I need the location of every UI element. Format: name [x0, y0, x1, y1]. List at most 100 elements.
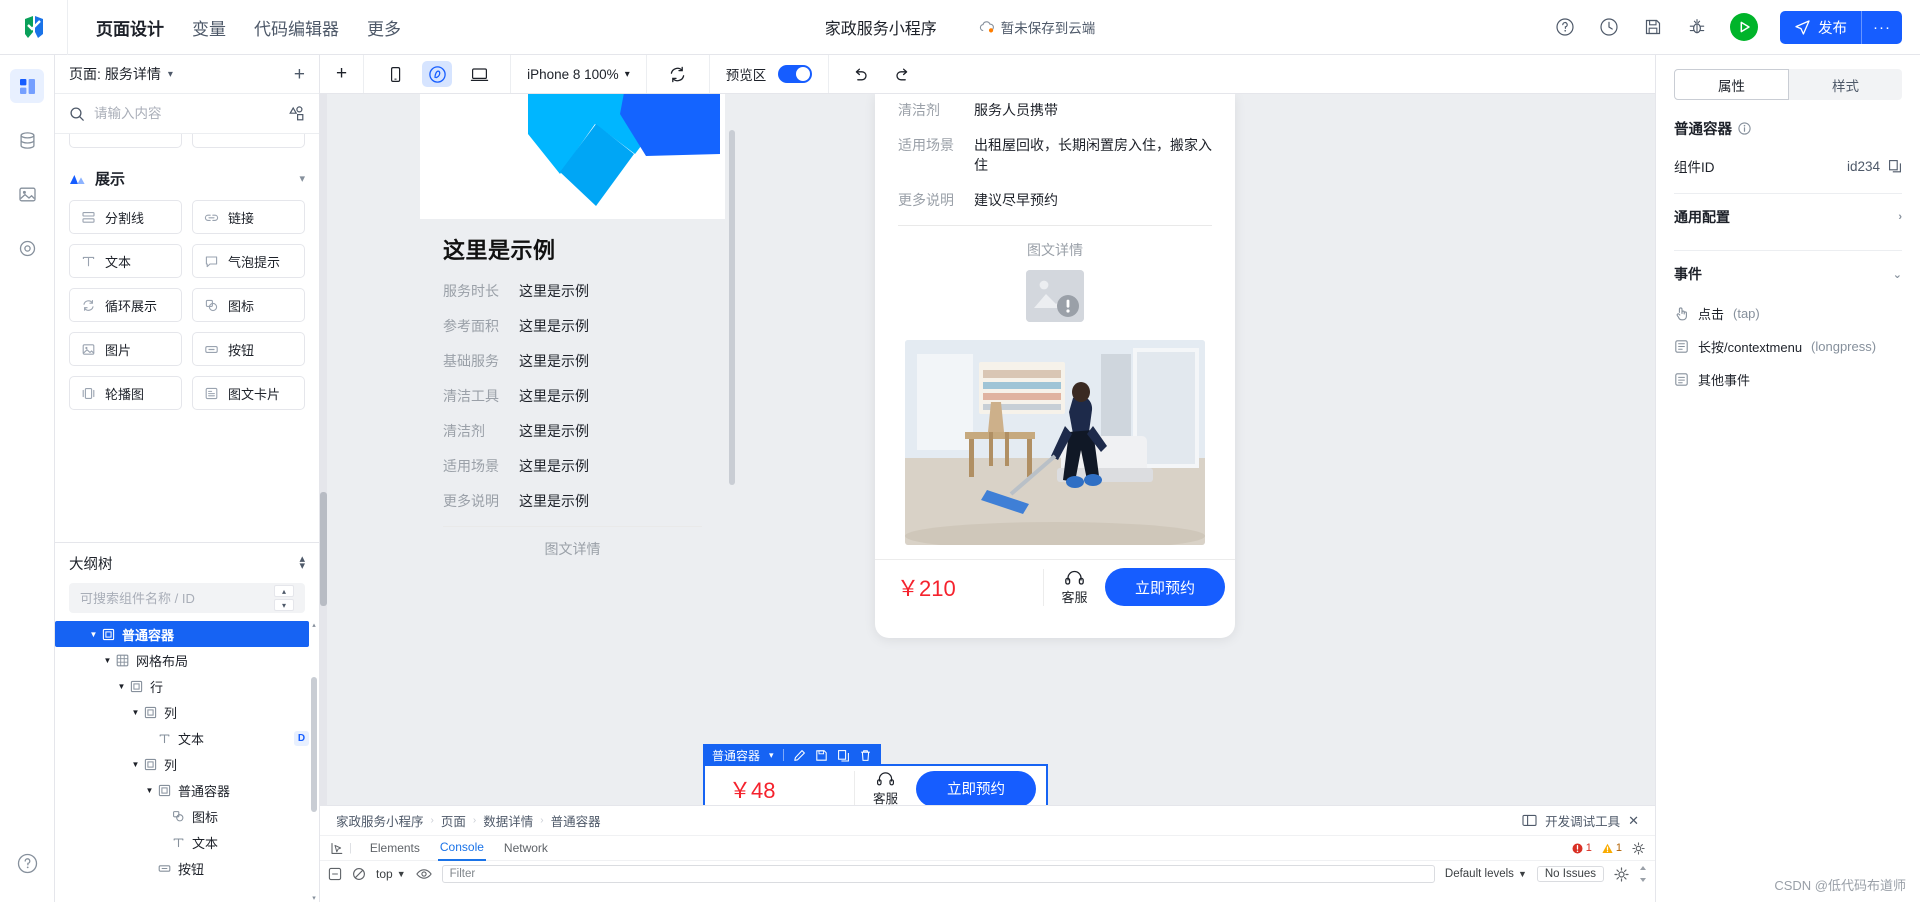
inspect-icon[interactable] — [330, 842, 343, 855]
component-loop[interactable]: 循环展示 — [69, 288, 182, 322]
search-input[interactable] — [94, 106, 279, 121]
info-icon[interactable] — [1738, 122, 1751, 135]
component-link[interactable]: 链接 — [192, 200, 305, 234]
events-section[interactable]: 事件 ⌄ — [1656, 251, 1920, 297]
error-badge[interactable]: 1 — [1572, 842, 1592, 854]
customer-service-left[interactable]: 客服 — [854, 770, 916, 805]
customer-service-right[interactable]: 客服 — [1043, 568, 1105, 606]
breadcrumb-item-0[interactable]: 家政服务小程序 — [336, 811, 424, 830]
chevron-down-icon[interactable]: ▼ — [101, 656, 114, 665]
event-tap[interactable]: 点击 (tap) — [1656, 297, 1920, 330]
preview-scrollbar-left[interactable] — [729, 94, 735, 805]
component-carousel[interactable]: 轮播图 — [69, 376, 182, 410]
tab-network[interactable]: Network — [502, 841, 550, 855]
preview-toggle[interactable] — [778, 65, 813, 83]
rail-item-assets[interactable] — [10, 177, 44, 211]
component-divider[interactable]: 分割线 — [69, 200, 182, 234]
component-button[interactable]: 按钮 — [192, 332, 305, 366]
warning-badge[interactable]: 1 — [1602, 842, 1622, 854]
tab-styles[interactable]: 样式 — [1789, 69, 1902, 100]
chevron-down-icon[interactable]: ▼ — [143, 786, 156, 795]
outline-sort-icon[interactable]: ▴ ▾ — [299, 553, 305, 571]
outline-node[interactable]: ▼ 普通容器 — [55, 777, 319, 803]
device-size-select[interactable]: iPhone 8 100% ▾ — [527, 67, 630, 82]
help-icon[interactable] — [1554, 16, 1576, 38]
console-levels-select[interactable]: Default levels ▼ — [1445, 868, 1527, 880]
breadcrumb-item-1[interactable]: 页面 — [441, 811, 466, 830]
bug-icon[interactable] — [1686, 16, 1708, 38]
selected-component-box[interactable]: 普通容器 ▾ ￥48 客服 立即预约 — [703, 744, 1048, 805]
component-library-icon[interactable] — [288, 105, 305, 122]
history-icon[interactable] — [1598, 16, 1620, 38]
menu-item-variables[interactable]: 变量 — [192, 15, 226, 40]
menu-item-page-design[interactable]: 页面设计 — [96, 15, 164, 40]
outline-step-up[interactable]: ▴ — [274, 585, 294, 597]
miniprogram-icon[interactable] — [422, 61, 453, 87]
delete-icon[interactable] — [859, 749, 872, 762]
chevron-down-icon[interactable]: ▼ — [87, 630, 100, 639]
console-scrollbar[interactable] — [1639, 864, 1647, 884]
console-settings-icon[interactable] — [1614, 866, 1629, 882]
redo-icon[interactable] — [887, 61, 917, 87]
menu-item-more[interactable]: 更多 — [367, 15, 401, 40]
outline-node[interactable]: 文本 — [55, 829, 319, 855]
add-page-button[interactable]: + — [294, 65, 305, 84]
publish-more-button[interactable]: ··· — [1861, 10, 1902, 44]
outline-node[interactable]: ▼ 列 — [55, 699, 319, 725]
outline-search-input[interactable] — [80, 590, 266, 606]
copy-icon[interactable] — [837, 749, 850, 762]
refresh-icon[interactable] — [663, 61, 693, 87]
breadcrumb-item-3[interactable]: 普通容器 — [551, 811, 601, 830]
mobile-icon[interactable] — [380, 61, 410, 87]
publish-button-group[interactable]: 发布 ··· — [1780, 10, 1902, 44]
outline-node[interactable]: ▼ 列 — [55, 751, 319, 777]
stage-scrollbar-left[interactable] — [320, 94, 327, 805]
tab-properties[interactable]: 属性 — [1674, 69, 1789, 100]
component-group-display[interactable]: 展示 ▾ — [69, 160, 305, 200]
book-now-button-right[interactable]: 立即预约 — [1105, 568, 1225, 606]
app-logo[interactable] — [0, 0, 68, 55]
undo-icon[interactable] — [845, 61, 875, 87]
rail-item-plugins[interactable] — [10, 231, 44, 265]
help-circle-icon[interactable] — [10, 846, 44, 880]
tab-console[interactable]: Console — [437, 836, 486, 861]
outline-node[interactable]: ▼ 网格布局 — [55, 647, 319, 673]
console-context-select[interactable]: top ▼ — [376, 867, 406, 881]
breadcrumb-item-2[interactable]: 数据详情 — [483, 811, 533, 830]
outline-node[interactable]: 图标 — [55, 803, 319, 829]
page-selector[interactable]: 页面: 服务详情 ▾ + — [55, 55, 319, 94]
component-icon[interactable]: 图标 — [192, 288, 305, 322]
copy-icon[interactable] — [1888, 159, 1902, 173]
chevron-down-icon[interactable]: ▼ — [115, 682, 128, 691]
desktop-icon[interactable] — [464, 61, 494, 87]
edit-icon[interactable] — [793, 749, 806, 762]
menu-item-code-editor[interactable]: 代码编辑器 — [254, 15, 339, 40]
component-card-partial[interactable] — [69, 134, 182, 148]
component-tooltip[interactable]: 气泡提示 — [192, 244, 305, 278]
clear-console-icon[interactable] — [328, 867, 342, 881]
selection-name[interactable]: 普通容器 — [712, 747, 760, 764]
component-text[interactable]: 文本 — [69, 244, 182, 278]
chevron-down-icon[interactable]: ▼ — [129, 760, 142, 769]
outline-node[interactable]: 文本 D — [55, 725, 319, 751]
devtools-window-icon[interactable] — [1522, 814, 1537, 827]
outline-node[interactable]: 按钮 — [55, 855, 319, 881]
save-icon[interactable] — [815, 749, 828, 762]
chevron-down-icon[interactable]: ▼ — [129, 708, 142, 717]
close-icon[interactable]: ✕ — [1628, 813, 1639, 829]
rail-item-data[interactable] — [10, 123, 44, 157]
run-preview-button[interactable] — [1730, 13, 1758, 41]
outline-step-down[interactable]: ▾ — [274, 599, 294, 611]
eye-icon[interactable] — [415, 867, 432, 881]
save-icon[interactable] — [1642, 16, 1664, 38]
event-other[interactable]: 其他事件 — [1656, 363, 1920, 396]
add-canvas-button[interactable]: + — [336, 63, 347, 85]
component-card[interactable]: 图文卡片 — [192, 376, 305, 410]
no-entry-icon[interactable] — [352, 867, 366, 881]
chevron-down-icon[interactable]: ▾ — [299, 172, 305, 185]
outline-node[interactable]: ▼ 普通容器 — [55, 621, 309, 647]
general-config-section[interactable]: 通用配置 › — [1656, 194, 1920, 240]
component-image[interactable]: 图片 — [69, 332, 182, 366]
outline-node[interactable]: ▼ 行 — [55, 673, 319, 699]
console-issues-button[interactable]: No Issues — [1536, 866, 1604, 882]
